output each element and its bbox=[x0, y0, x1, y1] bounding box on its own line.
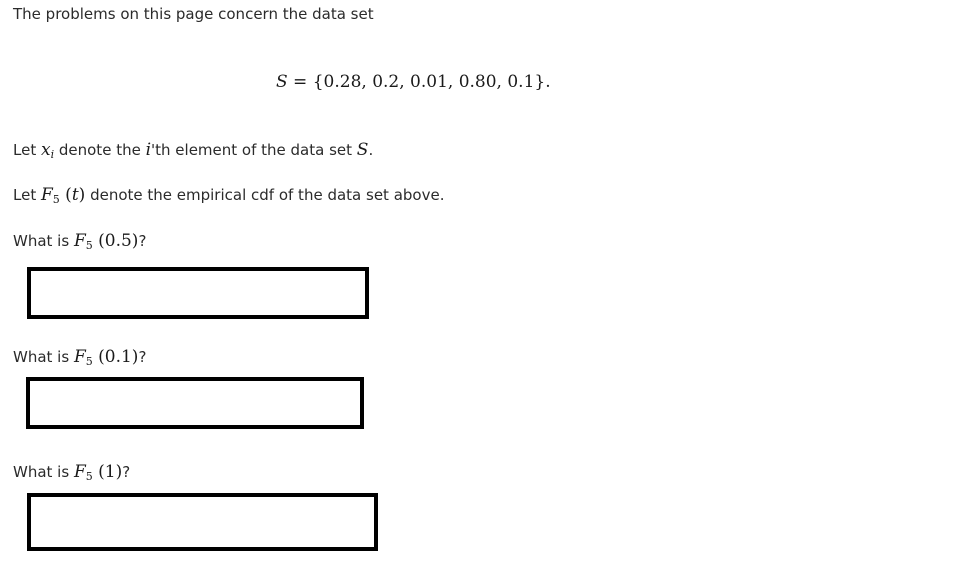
definition-xi-after: 'th element of the data set bbox=[151, 141, 357, 159]
question-2-prefix: What is bbox=[13, 348, 74, 366]
cdf-symbol: F5 (t) bbox=[40, 185, 85, 206]
answer-input-3[interactable] bbox=[27, 493, 378, 551]
question-2-suffix: ? bbox=[138, 348, 147, 366]
question-2-label: What is F5 (0.1)? bbox=[13, 347, 146, 372]
definition-xi-end: . bbox=[368, 141, 374, 159]
question-3-prefix: What is bbox=[13, 463, 74, 481]
question-1-label: What is F5 (0.5)? bbox=[13, 231, 146, 256]
answer-input-1[interactable] bbox=[27, 267, 369, 319]
intro-text: The problems on this page concern the da… bbox=[13, 5, 374, 23]
question-1-sub: 5 bbox=[85, 239, 93, 252]
question-3-arg: (1) bbox=[92, 462, 123, 482]
question-1-func: F bbox=[73, 231, 86, 251]
cdf-arg: t bbox=[71, 185, 79, 205]
xi-symbol: xi bbox=[40, 140, 54, 161]
definition-cdf-prefix: Let bbox=[13, 186, 41, 204]
definition-cdf: Let F5 (t) denote the empirical cdf of t… bbox=[13, 185, 444, 210]
question-3-suffix: ? bbox=[122, 463, 131, 481]
dataset-var: S bbox=[276, 72, 288, 92]
dataset-equals: = bbox=[287, 72, 313, 92]
cdf-func: F bbox=[40, 185, 53, 205]
set-var: S bbox=[356, 140, 369, 160]
set-symbol: S bbox=[357, 140, 369, 160]
question-2-arg: (0.1) bbox=[92, 347, 139, 367]
question-3-func: F bbox=[73, 462, 86, 482]
question-3-sub: 5 bbox=[85, 470, 93, 483]
dataset-values: {0.28, 0.2, 0.01, 0.80, 0.1}. bbox=[312, 72, 551, 92]
answer-input-2[interactable] bbox=[26, 377, 364, 429]
question-1-expr: F5 (0.5) bbox=[73, 231, 139, 252]
xi-var: x bbox=[40, 140, 51, 160]
cdf-sub: 5 bbox=[52, 193, 60, 206]
definition-xi-middle: denote the bbox=[54, 141, 146, 159]
question-1-suffix: ? bbox=[138, 232, 147, 250]
cdf-arg-open: ( bbox=[59, 185, 72, 205]
question-3-label: What is F5 (1)? bbox=[13, 462, 130, 487]
question-3-expr: F5 (1) bbox=[73, 462, 123, 483]
definition-xi-prefix: Let bbox=[13, 141, 41, 159]
definition-xi: Let xi denote the i'th element of the da… bbox=[13, 140, 373, 165]
dataset-equation: S = {0.28, 0.2, 0.01, 0.80, 0.1}. bbox=[276, 72, 551, 92]
question-1-arg: (0.5) bbox=[92, 231, 139, 251]
question-2-sub: 5 bbox=[85, 355, 93, 368]
definition-cdf-suffix: denote the empirical cdf of the data set… bbox=[85, 186, 445, 204]
question-2-func: F bbox=[73, 347, 86, 367]
question-1-prefix: What is bbox=[13, 232, 74, 250]
question-2-expr: F5 (0.1) bbox=[73, 347, 139, 368]
